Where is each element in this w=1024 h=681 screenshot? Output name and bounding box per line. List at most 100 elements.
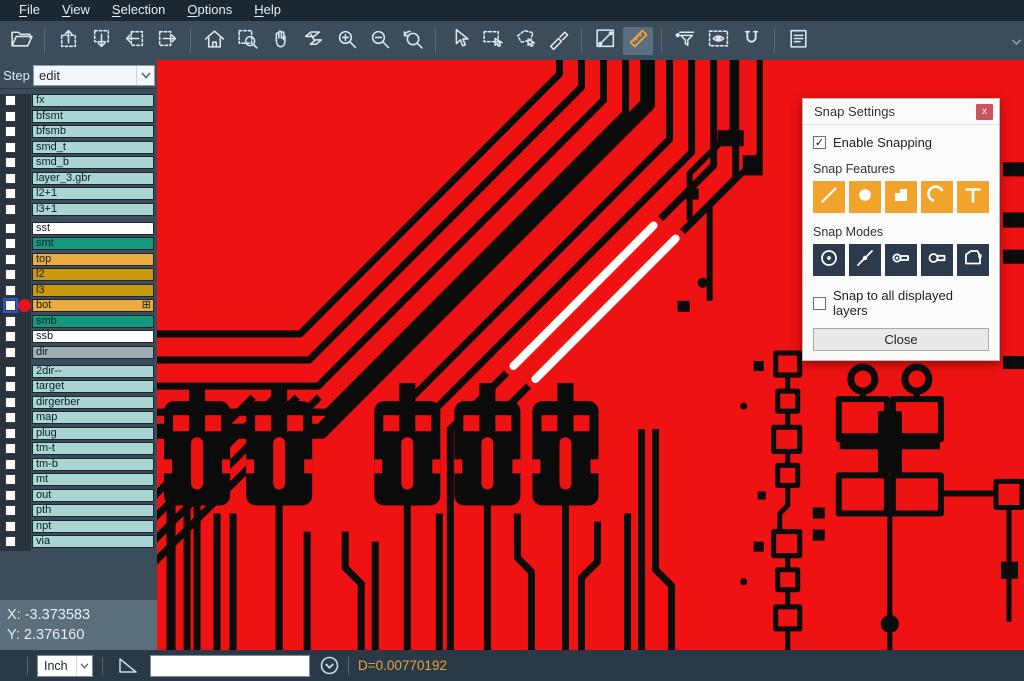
layer-visibility-checkbox[interactable] xyxy=(5,95,16,106)
layer-row-layer_3.gbr[interactable]: layer_3.gbr xyxy=(0,172,157,185)
layer-row-smt[interactable]: smt xyxy=(0,237,157,250)
select-rect-button[interactable] xyxy=(477,27,507,55)
layer-row-dir[interactable]: dir xyxy=(0,346,157,359)
zoom-previous-button[interactable] xyxy=(397,27,427,55)
zoom-out-button[interactable] xyxy=(364,27,394,55)
layer-visibility-checkbox[interactable] xyxy=(5,347,16,358)
layer-name-bar[interactable]: dirgerber xyxy=(32,396,154,409)
measure-line-button[interactable] xyxy=(590,27,620,55)
layer-name-bar[interactable]: top xyxy=(32,253,154,266)
enable-snapping-checkbox[interactable]: ✓ xyxy=(813,136,826,149)
layer-row-l2+1[interactable]: l2+1 xyxy=(0,187,157,200)
layer-row-smb[interactable]: smb xyxy=(0,315,157,328)
layer-row-sst[interactable]: sst xyxy=(0,222,157,235)
layer-name-bar[interactable]: smt xyxy=(32,237,154,250)
menu-selection[interactable]: Selection xyxy=(101,2,176,19)
layer-row-bot[interactable]: bot⊞ xyxy=(0,299,157,312)
layer-visibility-checkbox[interactable] xyxy=(5,536,16,547)
layer-row-l3[interactable]: l3 xyxy=(0,284,157,297)
zoom-in-button[interactable] xyxy=(331,27,361,55)
open-button[interactable] xyxy=(6,27,36,55)
magnet-snap-button[interactable] xyxy=(736,27,766,55)
pan-right-button[interactable] xyxy=(152,27,182,55)
snap-mode-slot-end-button[interactable] xyxy=(885,244,917,276)
command-input[interactable] xyxy=(150,655,310,677)
layer-name-bar[interactable]: target xyxy=(32,380,154,393)
dialog-close-icon[interactable]: x xyxy=(976,104,993,120)
layer-row-plug[interactable]: plug xyxy=(0,427,157,440)
layer-name-bar[interactable]: via xyxy=(32,535,154,548)
layer-name-bar[interactable]: out xyxy=(32,489,154,502)
layer-visibility-checkbox[interactable] xyxy=(5,331,16,342)
layer-row-smd_b[interactable]: smd_b xyxy=(0,156,157,169)
layer-row-smd_t[interactable]: smd_t xyxy=(0,141,157,154)
view-displayed-button[interactable] xyxy=(703,27,733,55)
toolbar-overflow-button[interactable] xyxy=(1011,33,1022,51)
layer-visibility-checkbox[interactable] xyxy=(5,490,16,501)
layer-name-bar[interactable]: ssb xyxy=(32,330,154,343)
layer-row-pth[interactable]: pth xyxy=(0,504,157,517)
menu-view[interactable]: View xyxy=(51,2,101,19)
layer-name-bar[interactable]: bfsmt xyxy=(32,110,154,123)
layer-row-target[interactable]: target xyxy=(0,380,157,393)
gerber-viewport[interactable]: Snap Settings x ✓ Enable Snapping Snap F… xyxy=(157,60,1024,650)
layer-name-bar[interactable]: dir xyxy=(32,346,154,359)
angle-measure-icon[interactable] xyxy=(118,657,138,674)
layer-row-top[interactable]: top xyxy=(0,253,157,266)
layer-name-bar[interactable]: bot⊞ xyxy=(32,299,154,312)
report-button[interactable] xyxy=(783,27,813,55)
snap-all-layers-checkbox[interactable] xyxy=(813,297,826,310)
snap-feature-arc-button[interactable] xyxy=(921,181,953,213)
layer-visibility-checkbox[interactable] xyxy=(5,254,16,265)
layer-row-map[interactable]: map xyxy=(0,411,157,424)
select-poly-button[interactable] xyxy=(510,27,540,55)
layer-name-bar[interactable]: smd_t xyxy=(32,141,154,154)
layer-visibility-checkbox[interactable] xyxy=(5,381,16,392)
close-button[interactable]: Close xyxy=(813,328,989,351)
menu-help[interactable]: Help xyxy=(243,2,292,19)
filter-button[interactable] xyxy=(670,27,700,55)
layer-name-bar[interactable]: l3 xyxy=(32,284,154,297)
layer-row-ssb[interactable]: ssb xyxy=(0,330,157,343)
step-select[interactable]: edit xyxy=(33,65,155,86)
pan-down-button[interactable] xyxy=(86,27,116,55)
layer-visibility-checkbox[interactable] xyxy=(5,443,16,454)
layer-row-l2[interactable]: l2 xyxy=(0,268,157,281)
layer-row-tm-t[interactable]: tm-t xyxy=(0,442,157,455)
snap-feature-pad-button[interactable] xyxy=(849,181,881,213)
layer-visibility-checkbox[interactable] xyxy=(5,428,16,439)
layer-visibility-checkbox[interactable] xyxy=(5,223,16,234)
layer-name-bar[interactable]: l3+1 xyxy=(32,203,154,216)
snap-mode-slot-button[interactable] xyxy=(921,244,953,276)
layer-visibility-checkbox[interactable] xyxy=(5,157,16,168)
select-button[interactable] xyxy=(444,27,474,55)
layer-row-bfsmb[interactable]: bfsmb xyxy=(0,125,157,138)
layer-visibility-checkbox[interactable] xyxy=(5,300,16,311)
layer-name-bar[interactable]: sst xyxy=(32,222,154,235)
layer-visibility-checkbox[interactable] xyxy=(5,459,16,470)
snap-mode-vertex-button[interactable] xyxy=(957,244,989,276)
drag-view-button[interactable] xyxy=(298,27,328,55)
layer-name-bar[interactable]: layer_3.gbr xyxy=(32,172,154,185)
layer-visibility-checkbox[interactable] xyxy=(5,316,16,327)
pan-up-button[interactable] xyxy=(53,27,83,55)
layer-visibility-checkbox[interactable] xyxy=(5,126,16,137)
layer-name-bar[interactable]: l2 xyxy=(32,268,154,281)
layer-name-bar[interactable]: 2dir-- xyxy=(32,365,154,378)
layer-visibility-checkbox[interactable] xyxy=(5,188,16,199)
brush-button[interactable] xyxy=(543,27,573,55)
layer-name-bar[interactable]: smb xyxy=(32,315,154,328)
layer-row-l3+1[interactable]: l3+1 xyxy=(0,203,157,216)
layer-name-bar[interactable]: tm-t xyxy=(32,442,154,455)
layer-visibility-checkbox[interactable] xyxy=(5,173,16,184)
home-button[interactable] xyxy=(199,27,229,55)
zoom-window-button[interactable] xyxy=(232,27,262,55)
layer-name-bar[interactable]: fx xyxy=(32,94,154,107)
layer-name-bar[interactable]: smd_b xyxy=(32,156,154,169)
layer-visibility-checkbox[interactable] xyxy=(5,366,16,377)
layer-visibility-checkbox[interactable] xyxy=(5,204,16,215)
layer-name-bar[interactable]: pth xyxy=(32,504,154,517)
layer-visibility-checkbox[interactable] xyxy=(5,269,16,280)
layer-visibility-checkbox[interactable] xyxy=(5,142,16,153)
layer-row-tm-b[interactable]: tm-b xyxy=(0,458,157,471)
